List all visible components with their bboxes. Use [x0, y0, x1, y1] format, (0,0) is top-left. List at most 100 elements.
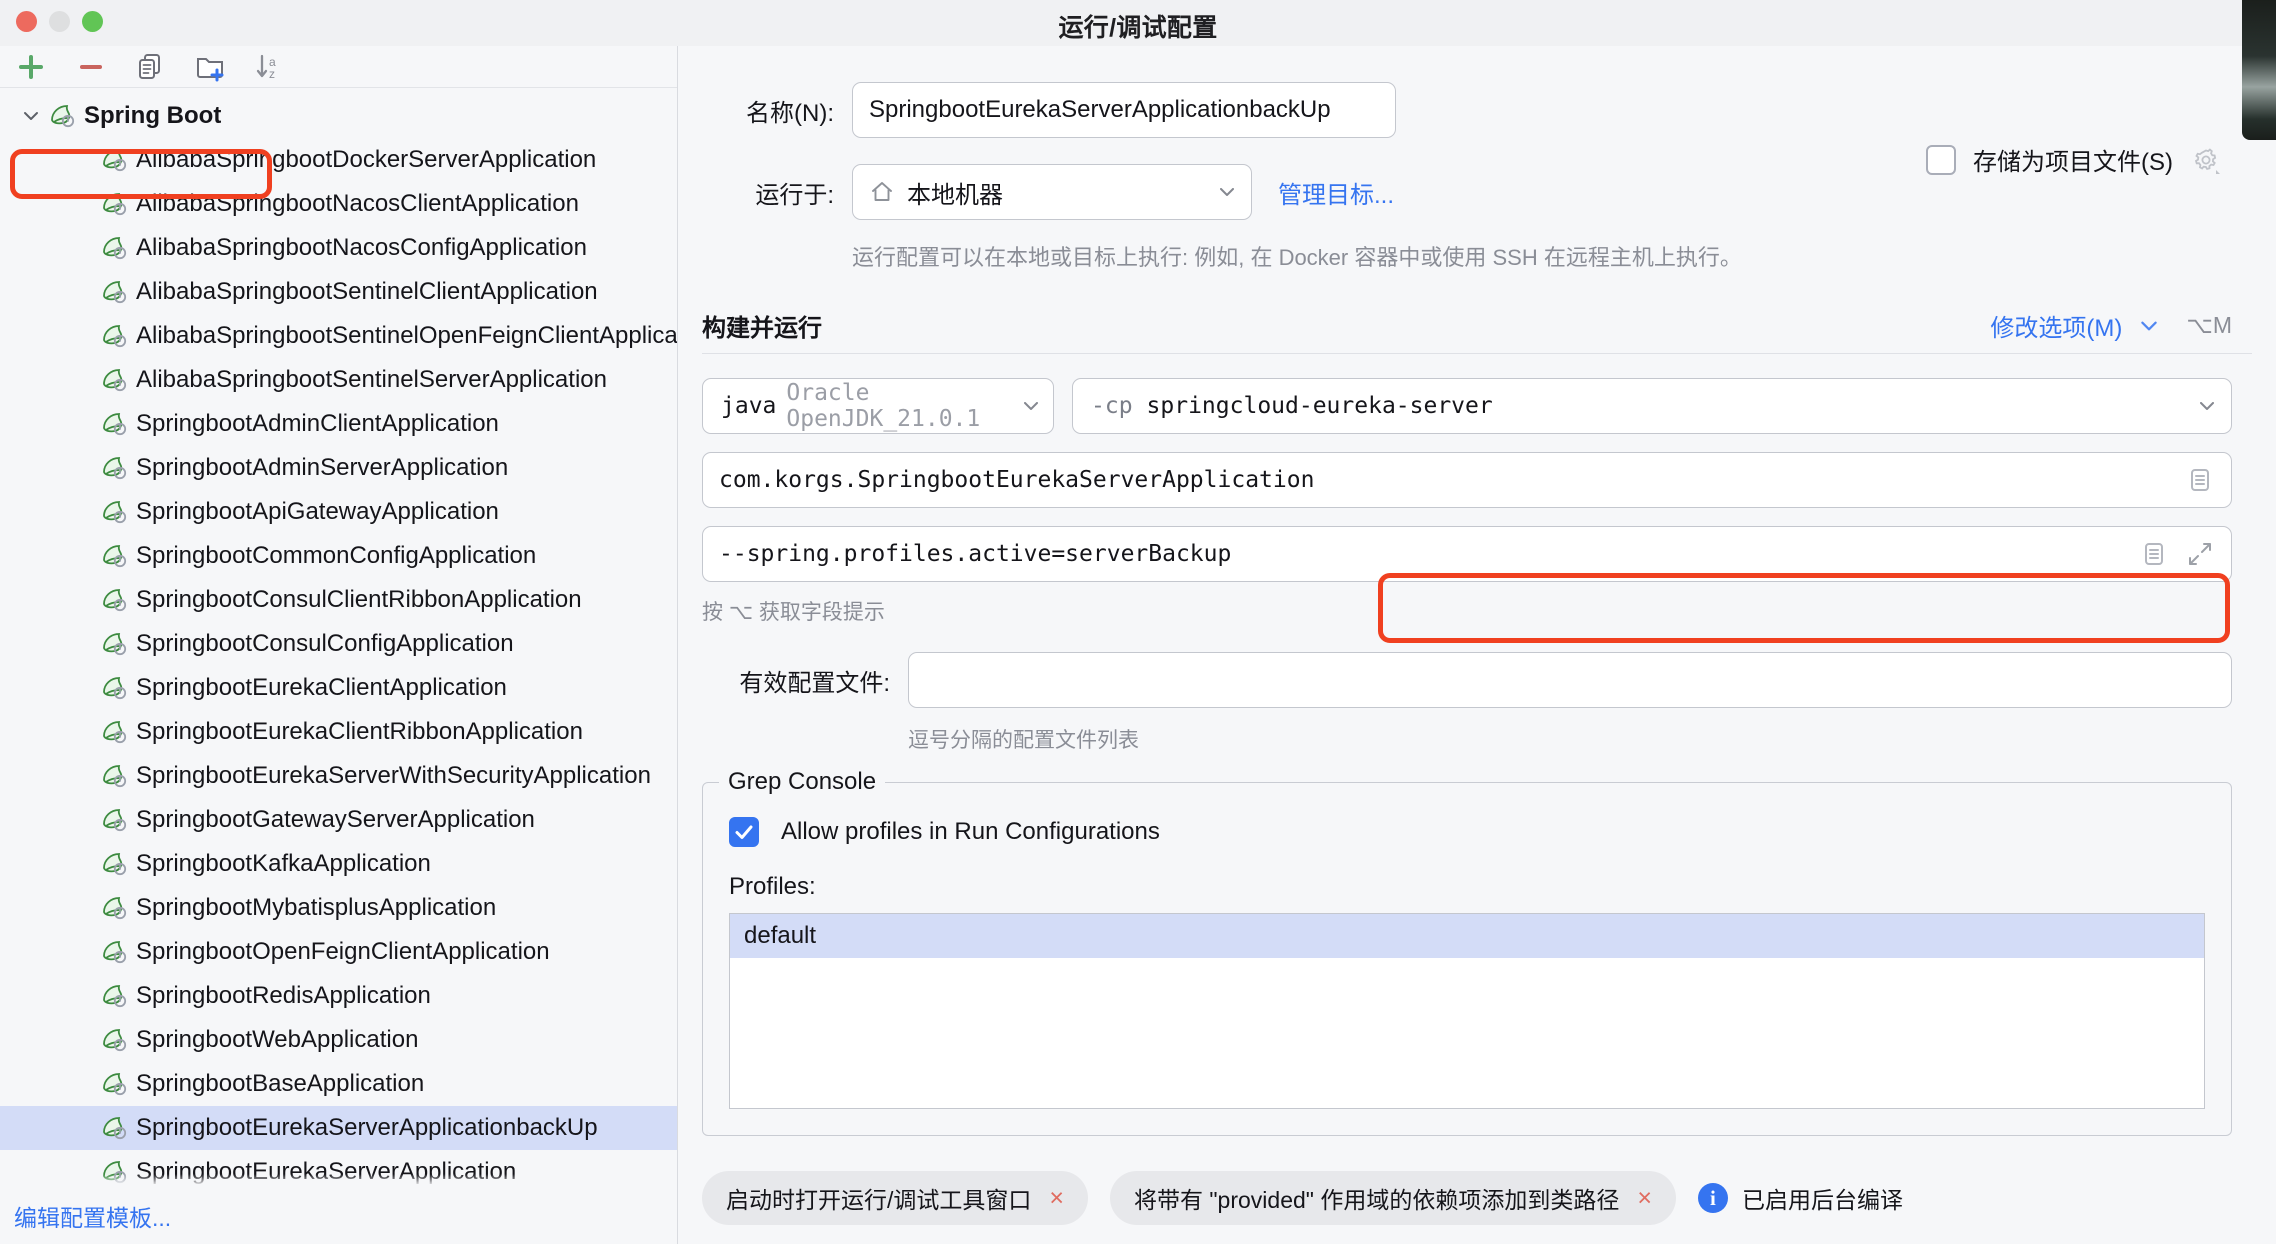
spring-boot-icon [100, 673, 130, 703]
spring-boot-icon [100, 1025, 130, 1055]
manage-targets-link[interactable]: 管理目标... [1278, 175, 1394, 210]
tree-node-label: SpringbootApiGatewayApplication [136, 498, 499, 525]
run-on-combo[interactable]: 本地机器 [852, 164, 1252, 220]
spring-boot-icon [100, 761, 130, 791]
background-compile-note: i 已启用后台编译 [1697, 1181, 1903, 1215]
tree-node-configuration[interactable]: AlibabaSpringbootSentinelClientApplicati… [0, 270, 677, 314]
modify-options-link[interactable]: 修改选项(M) [1990, 308, 2122, 343]
remove-configuration-button[interactable] [74, 50, 108, 84]
tree-node-configuration[interactable]: SpringbootAdminServerApplication [0, 446, 677, 490]
chevron-down-icon[interactable] [1217, 182, 1237, 202]
spring-boot-icon [100, 497, 130, 527]
jdk-select[interactable]: java Oracle OpenJDK_21.0.1 [702, 378, 1054, 434]
main-class-input[interactable]: com.korgs.SpringbootEurekaServerApplicat… [702, 452, 2232, 508]
copy-configuration-button[interactable] [134, 50, 168, 84]
tree-node-configuration[interactable]: SpringbootEurekaClientApplication [0, 666, 677, 710]
tree-node-label: SpringbootConsulClientRibbonApplication [136, 586, 582, 613]
spring-boot-icon [100, 365, 130, 395]
run-on-label: 运行于: [755, 181, 834, 209]
active-profiles-row: 有效配置文件: [678, 652, 2276, 708]
configurations-sidebar: a z Spring Boot AlibabaSpringbootDockerS… [0, 46, 678, 1244]
chevron-down-icon[interactable] [2138, 315, 2160, 337]
expand-icon[interactable] [2185, 539, 2215, 569]
spring-boot-icon [100, 805, 130, 835]
tree-node-configuration[interactable]: SpringbootWebApplication [0, 1018, 677, 1062]
title-bar: 运行/调试配置 [0, 0, 2276, 46]
home-icon [869, 179, 895, 205]
list-item[interactable]: default [730, 914, 2204, 958]
tree-node-configuration[interactable]: SpringbootGatewayServerApplication [0, 798, 677, 842]
tree-node-configuration[interactable]: SpringbootBaseApplication [0, 1062, 677, 1106]
modify-options-shortcut: ⌥M [2186, 312, 2232, 338]
tree-node-configuration[interactable]: AlibabaSpringbootNacosConfigApplication [0, 226, 677, 270]
allow-profiles-label: Allow profiles in Run Configurations [781, 818, 1160, 845]
chevron-down-icon[interactable] [1021, 396, 1041, 416]
info-icon: i [1697, 1183, 1728, 1213]
tree-node-configuration[interactable]: SpringbootKafkaApplication [0, 842, 677, 886]
multiline-editor-icon[interactable] [2139, 539, 2169, 569]
configurations-tree[interactable]: Spring Boot AlibabaSpringbootDockerServe… [0, 88, 677, 1188]
program-arguments-row: --spring.profiles.active=serverBackup [678, 526, 2276, 582]
tree-node-configuration[interactable]: AlibabaSpringbootDockerServerApplication [0, 138, 677, 182]
profiles-list[interactable]: default [729, 913, 2205, 1109]
sort-configurations-button[interactable]: a z [254, 50, 288, 84]
tree-node-configuration[interactable]: SpringbootMybatisplusApplication [0, 886, 677, 930]
close-icon[interactable]: × [1637, 1185, 1652, 1211]
classpath-value: springcloud-eureka-server [1146, 393, 1493, 419]
classpath-select[interactable]: -cp springcloud-eureka-server [1072, 378, 2232, 434]
new-folder-button[interactable] [194, 50, 228, 84]
tree-node-label: SpringbootMybatisplusApplication [136, 894, 497, 921]
chip-open-run-tool-window[interactable]: 启动时打开运行/调试工具窗口 × [702, 1171, 1088, 1225]
tree-node-configuration[interactable]: SpringbootOpenFeignClientApplication [0, 930, 677, 974]
jdk-value: Oracle OpenJDK_21.0.1 [786, 380, 981, 432]
gear-icon[interactable] [2190, 144, 2222, 176]
chevron-down-icon[interactable] [2197, 396, 2217, 416]
save-as-project-file-row[interactable]: 存储为项目文件(S) [1926, 142, 2222, 177]
tree-node-configuration[interactable]: SpringbootEurekaClientRibbonApplication [0, 710, 677, 754]
tree-node-spring-boot[interactable]: Spring Boot [0, 94, 677, 138]
tree-node-configuration[interactable]: AlibabaSpringbootNacosClientApplication [0, 182, 677, 226]
program-arguments-input[interactable]: --spring.profiles.active=serverBackup [702, 526, 2232, 582]
tree-node-configuration[interactable]: SpringbootCommonConfigApplication [0, 534, 677, 578]
allow-profiles-checkbox[interactable] [729, 817, 759, 847]
tree-node-configuration[interactable]: SpringbootConsulConfigApplication [0, 622, 677, 666]
name-input[interactable]: SpringbootEurekaServerApplicationbackUp [852, 82, 1396, 138]
spring-boot-icon [100, 849, 130, 879]
tree-node-label: SpringbootEurekaClientRibbonApplication [136, 718, 583, 745]
chevron-down-icon[interactable] [18, 106, 44, 126]
tree-node-configuration[interactable]: SpringbootConsulClientRibbonApplication [0, 578, 677, 622]
tree-node-configuration[interactable]: SpringbootAdminClientApplication [0, 402, 677, 446]
tree-node-label: AlibabaSpringbootSentinelClientApplicati… [136, 278, 598, 305]
tree-node-label: AlibabaSpringbootNacosConfigApplication [136, 234, 587, 261]
tree-node-label: SpringbootCommonConfigApplication [136, 542, 537, 569]
tree-node-label: SpringbootWebApplication [136, 1026, 419, 1053]
tree-node-label: SpringbootKafkaApplication [136, 850, 431, 877]
spring-boot-icon [100, 1069, 130, 1099]
tree-node-configuration[interactable]: SpringbootApiGatewayApplication [0, 490, 677, 534]
screen-notch [2242, 0, 2276, 140]
main-class-row: com.korgs.SpringbootEurekaServerApplicat… [678, 452, 2276, 508]
tree-node-label: SpringbootOpenFeignClientApplication [136, 938, 550, 965]
save-as-project-file-label: 存储为项目文件(S) [1973, 149, 2173, 176]
edit-configuration-templates-link[interactable]: 编辑配置模板... [0, 1188, 677, 1244]
configuration-form: 名称(N): SpringbootEurekaServerApplication… [678, 46, 2276, 1152]
spring-boot-icon [100, 1113, 130, 1143]
close-icon[interactable]: × [1049, 1185, 1064, 1211]
jdk-classpath-row: java Oracle OpenJDK_21.0.1 -cp springclo… [678, 378, 2276, 434]
tree-node-configuration[interactable]: SpringbootRedisApplication [0, 974, 677, 1018]
tree-node-configuration[interactable]: AlibabaSpringbootSentinelServerApplicati… [0, 358, 677, 402]
chip-label: 将带有 "provided" 作用域的依赖项添加到类路径 [1134, 1187, 1620, 1213]
grep-console-legend: Grep Console [719, 768, 886, 796]
tree-node-configuration[interactable]: SpringbootEurekaServerWithSecurityApplic… [0, 754, 677, 798]
tree-node-configuration[interactable]: AlibabaSpringbootSentinelOpenFeignClient… [0, 314, 677, 358]
allow-profiles-row[interactable]: Allow profiles in Run Configurations [729, 817, 2205, 847]
active-profiles-input[interactable] [908, 652, 2232, 708]
tree-node-label: AlibabaSpringbootSentinelServerApplicati… [136, 366, 607, 393]
save-as-project-file-checkbox[interactable] [1926, 144, 1956, 175]
tree-node-label: SpringbootRedisApplication [136, 982, 431, 1009]
add-configuration-button[interactable] [14, 50, 48, 84]
spring-boot-icon [100, 409, 130, 439]
chip-add-provided-dependencies[interactable]: 将带有 "provided" 作用域的依赖项添加到类路径 × [1110, 1171, 1676, 1225]
tree-node-configuration[interactable]: SpringbootEurekaServerApplicationbackUp [0, 1106, 677, 1150]
multiline-editor-icon[interactable] [2185, 465, 2215, 495]
